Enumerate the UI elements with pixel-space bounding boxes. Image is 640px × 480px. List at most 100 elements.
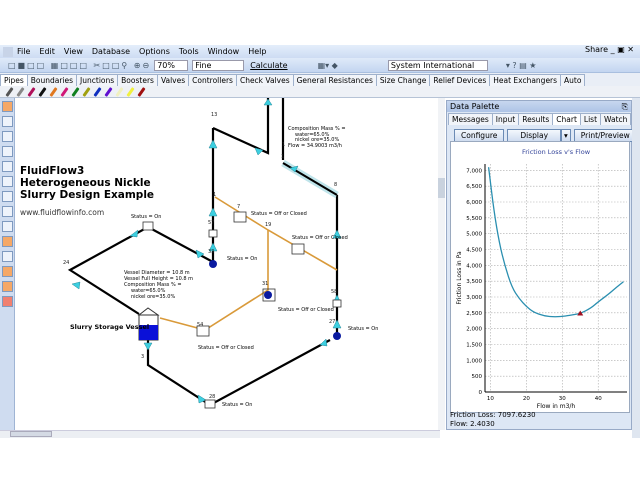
pin-icon[interactable]: ⎘ [622,101,628,112]
pen-12-icon[interactable] [137,86,146,97]
tab-messages[interactable]: Messages [448,113,493,125]
pen-tool-icon[interactable] [2,251,13,262]
pen-0-icon[interactable] [5,86,14,97]
tab-size-change[interactable]: Size Change [375,73,431,86]
tab-list[interactable]: List [579,113,602,125]
move-tool-icon[interactable] [2,176,13,187]
flow-readout: Flow: 2.4030 [450,420,495,428]
menu-edit[interactable]: Edit [39,47,55,56]
tab-auto[interactable]: Auto [560,73,586,86]
x-tick-label: 40 [595,396,602,402]
y-tick-label: 4,500 [466,248,482,254]
pen-9-icon[interactable] [104,86,113,97]
menu-help[interactable]: Help [248,47,266,56]
share-button[interactable]: Share [585,45,608,54]
flow-network [67,98,342,409]
friction-loss-chart: Friction Loss v's Flow 0 500 1,000 1,500 2,00… [456,148,627,410]
flow-diagram-canvas[interactable]: FluidFlow3 Heterogeneous Nickle Slurry D… [16,98,440,430]
menu-tools[interactable]: Tools [179,47,199,56]
text-tool-icon[interactable] [2,146,13,157]
pen-2-icon[interactable] [27,86,36,97]
left-toolbar [0,98,15,438]
restore-icon[interactable]: ▣ [617,45,625,54]
pen-6-icon[interactable] [71,86,80,97]
x-axis-label: Flow in m3/h [537,403,576,410]
tab-boosters[interactable]: Boosters [117,73,158,86]
window-controls: Share _ ▣ ✕ [585,45,634,54]
y-tick-label: 4,000 [466,263,482,269]
help-tool-icons[interactable]: ▾ ? ▤ ★ [506,61,537,70]
pen-1-icon[interactable] [16,86,25,97]
resize-tool-icon[interactable] [2,161,13,172]
status-label: Status = On [131,214,162,220]
tab-input[interactable]: Input [491,113,520,125]
status-label: Status = Off or Closed [198,345,254,351]
units-select[interactable]: System International [387,59,488,71]
group-tool-icon[interactable] [2,281,13,292]
fill-tool-icon[interactable] [2,296,13,307]
pen-11-icon[interactable] [126,86,135,97]
pen-3-icon[interactable] [38,86,47,97]
tab-boundaries[interactable]: Boundaries [26,73,78,86]
menu-view[interactable]: View [64,47,83,56]
y-tick-label: 1,000 [466,358,482,364]
pen-8-icon[interactable] [93,86,102,97]
chart-area: Friction Loss v's Flow 0 500 1,000 1,500 2,00… [450,141,630,413]
tab-heat-exchangers[interactable]: Heat Exchangers [489,73,562,86]
tab-results[interactable]: Results [518,113,554,125]
tab-junctions[interactable]: Junctions [76,73,119,86]
menu-options[interactable]: Options [139,47,170,56]
tab-watch[interactable]: Watch [600,113,632,125]
diagram-title: FluidFlow3 Heterogeneous Nickle Slurry D… [20,165,154,201]
file-tool-icons[interactable]: □■□□ ▦□□□ ✂□□⚲ ⊕⊖ [8,61,151,70]
pen-10-icon[interactable] [115,86,124,97]
menu-bar: File Edit View Database Options Tools Wi… [0,45,640,58]
polygon-tool-icon[interactable] [2,131,13,142]
quality-select[interactable]: Fine [192,59,245,71]
color-tool-icon[interactable] [2,236,13,247]
menu-database[interactable]: Database [92,47,130,56]
minimize-icon[interactable]: _ [611,45,615,54]
menu-window[interactable]: Window [208,47,240,56]
canvas-vertical-scrollbar[interactable] [438,98,445,430]
pen-4-icon[interactable] [49,86,58,97]
menu-file[interactable]: File [17,47,30,56]
canvas-horizontal-scrollbar[interactable] [0,430,440,438]
friction-loss-readout: Friction Loss: 7097.6230 [450,411,536,419]
zoom-select[interactable]: 70% [154,59,189,71]
tab-check-valves[interactable]: Check Valves [235,73,294,86]
tab-chart[interactable]: Chart [552,113,581,125]
pipe-info: Composition Mass % = water=65.0% nickel o… [288,126,346,149]
status-label: Status = On [222,402,253,408]
node-tool-icon[interactable] [2,266,13,277]
comment-tool-icon[interactable] [2,206,13,217]
misc-tool-icons[interactable]: ▦▾ ◆ [318,61,338,70]
pipe [212,98,270,155]
right-edge-panel [632,98,640,438]
tab-controllers[interactable]: Controllers [188,73,237,86]
x-tick-label: 10 [487,396,494,402]
data-palette: Data Palette ⎘ Messages Input Results Cha… [446,100,637,430]
y-tick-label: 5,500 [466,216,482,222]
tab-relief-devices[interactable]: Relief Devices [429,73,491,86]
label-tool-icon[interactable] [2,221,13,232]
tab-valves[interactable]: Valves [156,73,190,86]
palette-title-bar: Data Palette ⎘ [447,101,631,112]
y-tick-label: 7,000 [466,168,482,174]
rectangle-tool-icon[interactable] [2,116,13,127]
pen-5-icon[interactable] [60,86,69,97]
chart-title: Friction Loss v's Flow [522,148,591,156]
website-text: www.fluidflowinfo.com [20,208,105,217]
y-tick-label: 1,500 [466,343,482,349]
calculate-button[interactable]: Calculate [250,61,287,70]
align-tool-icon[interactable] [2,191,13,202]
tab-pipes[interactable]: Pipes [0,73,28,86]
y-tick-label: 2,000 [466,327,482,333]
select-tool-icon[interactable] [2,101,13,112]
y-tick-label: 2,500 [466,311,482,317]
close-icon[interactable]: ✕ [627,45,634,54]
y-tick-label: 6,000 [466,200,482,206]
series-line [487,167,624,318]
pen-7-icon[interactable] [82,86,91,97]
tab-general-resistances[interactable]: General Resistances [292,73,377,86]
